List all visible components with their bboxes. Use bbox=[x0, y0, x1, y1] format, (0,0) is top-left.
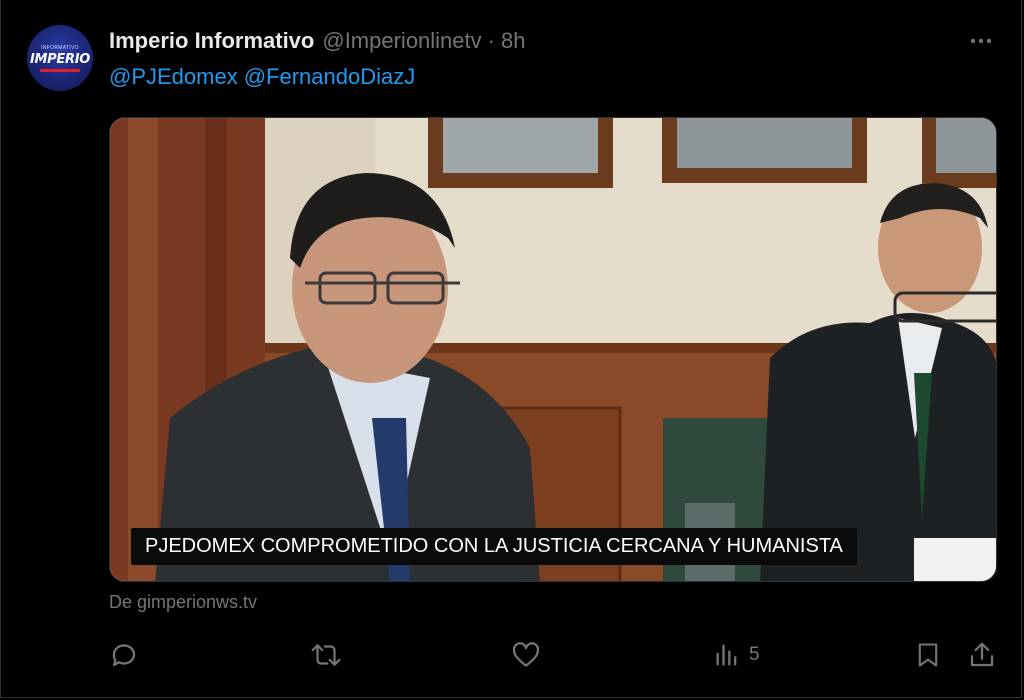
link-source[interactable]: De gimperionws.tv bbox=[109, 592, 257, 613]
author-avatar[interactable]: INFORMATIVO IMPERIO bbox=[27, 25, 93, 91]
more-options-button[interactable] bbox=[961, 26, 1001, 56]
bookmark-button[interactable] bbox=[914, 636, 942, 674]
mention-link[interactable]: @FernandoDiazJ bbox=[244, 64, 416, 89]
image-caption: PJEDOMEX COMPROMETIDO CON LA JUSTICIA CE… bbox=[131, 528, 857, 565]
author-handle[interactable]: @Imperionlinetv bbox=[322, 28, 481, 54]
share-icon bbox=[970, 642, 994, 667]
link-card-image[interactable]: PJEDOMEX COMPROMETIDO CON LA JUSTICIA CE… bbox=[109, 117, 997, 582]
retweet-button[interactable] bbox=[309, 636, 343, 674]
like-button[interactable] bbox=[511, 636, 541, 674]
reply-icon bbox=[112, 644, 136, 667]
heart-icon bbox=[512, 642, 540, 667]
tweet-actions: 5 bbox=[1, 636, 1024, 674]
author-display-name[interactable]: Imperio Informativo bbox=[109, 28, 314, 54]
avatar-red-bar bbox=[40, 68, 80, 72]
tweet-timestamp[interactable]: 8h bbox=[501, 28, 525, 54]
avatar-brand-text: IMPERIO bbox=[30, 51, 90, 67]
views-button[interactable]: 5 bbox=[713, 636, 760, 674]
reply-button[interactable] bbox=[109, 636, 139, 674]
tweet-text: @PJEdomex @FernandoDiazJ bbox=[109, 64, 421, 90]
header-separator: · bbox=[487, 28, 495, 53]
more-horizontal-icon bbox=[970, 38, 992, 44]
mention-link[interactable]: @PJEdomex bbox=[109, 64, 238, 89]
avatar-tagline: INFORMATIVO bbox=[41, 44, 79, 51]
bookmark-icon bbox=[918, 643, 938, 667]
news-photo bbox=[110, 118, 996, 581]
share-button[interactable] bbox=[967, 636, 997, 674]
analytics-icon bbox=[716, 644, 737, 666]
views-count: 5 bbox=[749, 644, 760, 665]
retweet-icon bbox=[311, 644, 341, 666]
tweet-card[interactable]: INFORMATIVO IMPERIO Imperio Informativo … bbox=[0, 0, 1022, 698]
tweet-header: Imperio Informativo @Imperionlinetv · 8h bbox=[109, 26, 525, 56]
